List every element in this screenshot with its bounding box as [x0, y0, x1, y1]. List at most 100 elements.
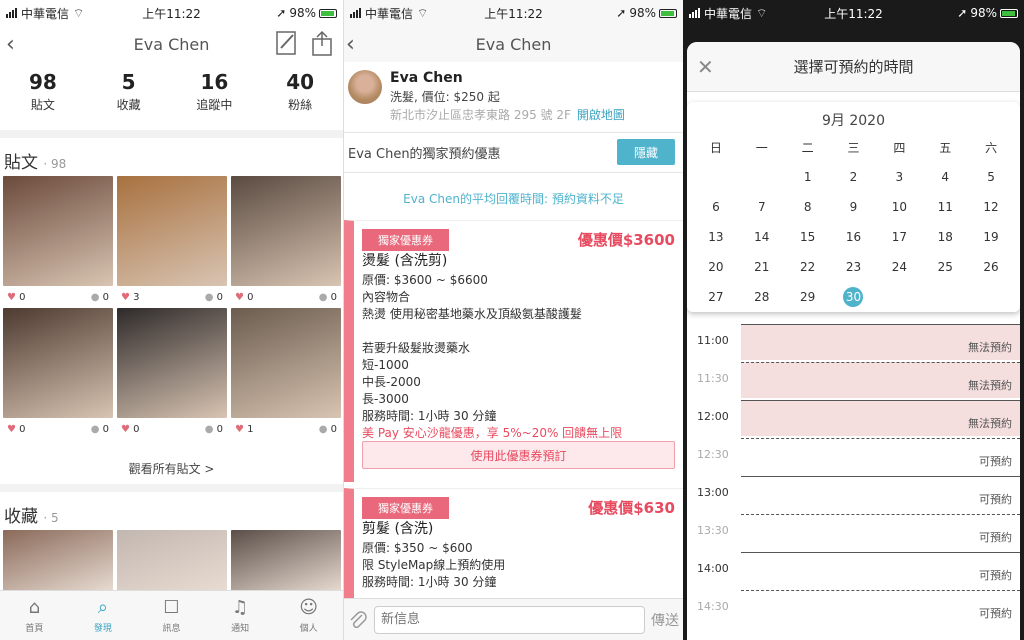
calendar-day[interactable]: 24	[876, 252, 922, 282]
hide-button[interactable]: 隱藏	[617, 139, 675, 165]
calendar-day[interactable]: 26	[968, 252, 1014, 282]
coupon-title: 燙髮 (含洗剪)	[362, 253, 448, 269]
time-slot[interactable]: 13:00 可預約	[687, 474, 1020, 512]
saved-tile[interactable]	[3, 530, 113, 592]
stylist-profile[interactable]: Eva Chen 洗髮, 價位: $250 起 新北市汐止區忠孝東路 295 號…	[344, 66, 683, 128]
calendar-day[interactable]: 15	[785, 222, 831, 252]
coupon-line: 若要升級髮妝燙藥水	[362, 341, 471, 355]
post-tile[interactable]: ♥ 0 ● 0	[231, 176, 341, 308]
calendar-day[interactable]: 3	[876, 162, 922, 192]
view-all-posts-link[interactable]: 觀看所有貼文 >	[0, 460, 343, 477]
calendar-day[interactable]: 22	[785, 252, 831, 282]
calendar-empty	[968, 282, 1014, 312]
comments-value: 0	[216, 291, 223, 303]
posts-section-title: 貼文 · 98	[4, 148, 66, 173]
slot-time: 14:00	[697, 562, 729, 575]
calendar-day[interactable]: 11	[922, 192, 968, 222]
attachment-icon[interactable]	[348, 609, 368, 631]
calendar-day[interactable]: 13	[693, 222, 739, 252]
saved-tile[interactable]	[117, 530, 227, 592]
selected-day: 30	[843, 287, 864, 307]
saved-count: · 5	[43, 511, 59, 525]
slot-status: 無法預約	[968, 341, 1012, 354]
stat-item[interactable]: 16 追蹤中	[172, 70, 258, 126]
share-icon[interactable]	[311, 30, 333, 56]
post-tile[interactable]: ♥ 3 ● 0	[117, 176, 227, 308]
saved-tile[interactable]	[231, 530, 341, 592]
calendar-day[interactable]: 25	[922, 252, 968, 282]
slot-time: 13:30	[697, 524, 729, 537]
calendar-day[interactable]: 8	[785, 192, 831, 222]
wifi-icon: ⌔	[756, 5, 768, 20]
tab-search[interactable]: ⌕ 發現	[69, 591, 138, 640]
back-icon[interactable]: ‹	[6, 32, 15, 57]
calendar-day[interactable]: 29	[785, 282, 831, 312]
calendar-day[interactable]: 19	[968, 222, 1014, 252]
slot-status: 可預約	[979, 531, 1012, 544]
post-tile[interactable]: ♥ 1 ● 0	[231, 308, 341, 440]
calendar-day[interactable]: 23	[831, 252, 877, 282]
calendar-day[interactable]: 1	[785, 162, 831, 192]
calendar-day[interactable]: 9	[831, 192, 877, 222]
coupon-line: 短-1000	[362, 358, 409, 372]
post-tile[interactable]: ♥ 0 ● 0	[117, 308, 227, 440]
tab-home[interactable]: ⌂ 首頁	[0, 591, 69, 640]
divider	[0, 484, 343, 492]
calendar-day[interactable]: 20	[693, 252, 739, 282]
calendar-day[interactable]: 17	[876, 222, 922, 252]
calendar-day[interactable]: 7	[739, 192, 785, 222]
comments-value: 0	[216, 423, 223, 435]
send-button[interactable]: 傳送	[651, 610, 679, 630]
home-icon: ⌂	[28, 597, 41, 618]
weekday-header: 日	[709, 140, 722, 155]
time-slot[interactable]: 13:30 可預約	[687, 512, 1020, 550]
signal-icon	[6, 8, 17, 18]
stat-item[interactable]: 5 收藏	[86, 70, 172, 126]
post-tile[interactable]: ♥ 0 ● 0	[3, 308, 113, 440]
calendar-day[interactable]: 12	[968, 192, 1014, 222]
service-price-line: 洗髮, 價位: $250 起	[390, 90, 500, 104]
calendar-day[interactable]: 10	[876, 192, 922, 222]
comments-value: 0	[102, 423, 109, 435]
slot-status: 可預約	[979, 607, 1012, 620]
signal-icon	[350, 8, 361, 18]
calendar-day[interactable]: 16	[831, 222, 877, 252]
tab-person[interactable]: ☺ 個人	[274, 591, 343, 640]
time-slot[interactable]: 14:30 可預約	[687, 588, 1020, 626]
calendar-day[interactable]: 4	[922, 162, 968, 192]
time-slot[interactable]: 14:00 可預約	[687, 550, 1020, 588]
average-reply-time: Eva Chen的平均回覆時間: 預約資料不足	[403, 192, 624, 206]
calendar-day[interactable]: 28	[739, 282, 785, 312]
comment-icon: ●	[204, 291, 214, 303]
likes-value: 0	[19, 423, 26, 435]
divider	[344, 132, 683, 133]
tab-label: 訊息	[162, 624, 181, 634]
use-coupon-button[interactable]: 使用此優惠券預訂	[362, 441, 675, 469]
like-count: ♥ 0	[7, 424, 26, 435]
calendar-day[interactable]: 18	[922, 222, 968, 252]
slot-box: 可預約	[741, 476, 1020, 512]
back-icon[interactable]: ‹	[346, 32, 355, 57]
edit-icon[interactable]	[275, 30, 299, 56]
open-map-link[interactable]: 開啟地圖	[577, 108, 625, 122]
calendar-day[interactable]: 6	[693, 192, 739, 222]
calendar-day[interactable]: 27	[693, 282, 739, 312]
tab-bell[interactable]: ♫ 通知	[206, 591, 275, 640]
time-slot[interactable]: 12:30 可預約	[687, 436, 1020, 474]
calendar-day[interactable]: 5	[968, 162, 1014, 192]
calendar-day[interactable]: 14	[739, 222, 785, 252]
post-tile[interactable]: ♥ 0 ● 0	[3, 176, 113, 308]
posts-count: · 98	[43, 157, 67, 171]
calendar-day[interactable]: 2	[831, 162, 877, 192]
time-slot: 11:30 無法預約	[687, 360, 1020, 398]
location-icon: ➚	[276, 6, 287, 20]
close-icon[interactable]: ✕	[697, 55, 714, 79]
message-input[interactable]	[374, 605, 645, 634]
stat-item[interactable]: 98 貼文	[0, 70, 86, 126]
tab-chat[interactable]: ☐ 訊息	[137, 591, 206, 640]
stat-item[interactable]: 40 粉絲	[257, 70, 343, 126]
calendar-day[interactable]: 21	[739, 252, 785, 282]
carrier-label: 中華電信	[704, 6, 753, 21]
stat-label: 貼文	[30, 98, 55, 112]
calendar-day[interactable]: 30	[831, 282, 877, 312]
